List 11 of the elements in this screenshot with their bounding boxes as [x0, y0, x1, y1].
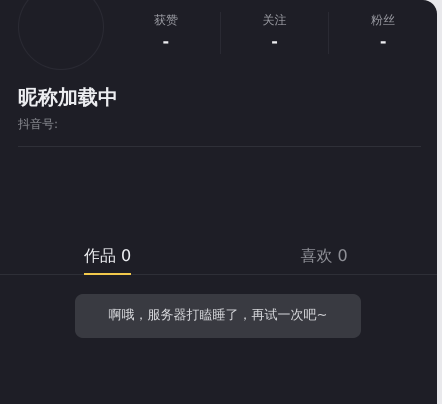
stat-label: 关注: [262, 12, 286, 28]
toast-message: 啊哦，服务器打瞌睡了，再试一次吧~: [75, 294, 361, 338]
tab[interactable]: 作品 0: [84, 239, 132, 275]
stat-label: 粉丝: [371, 12, 396, 28]
stat-value: -: [162, 32, 170, 52]
tab[interactable]: 喜欢 0: [300, 239, 348, 275]
douyin-id-label: 抖音号:: [18, 116, 60, 132]
stat-value: -: [380, 32, 386, 52]
stat-label: 获赞: [154, 12, 178, 28]
stat-value: -: [271, 32, 278, 52]
nickname: 昵称加载中: [18, 84, 119, 110]
